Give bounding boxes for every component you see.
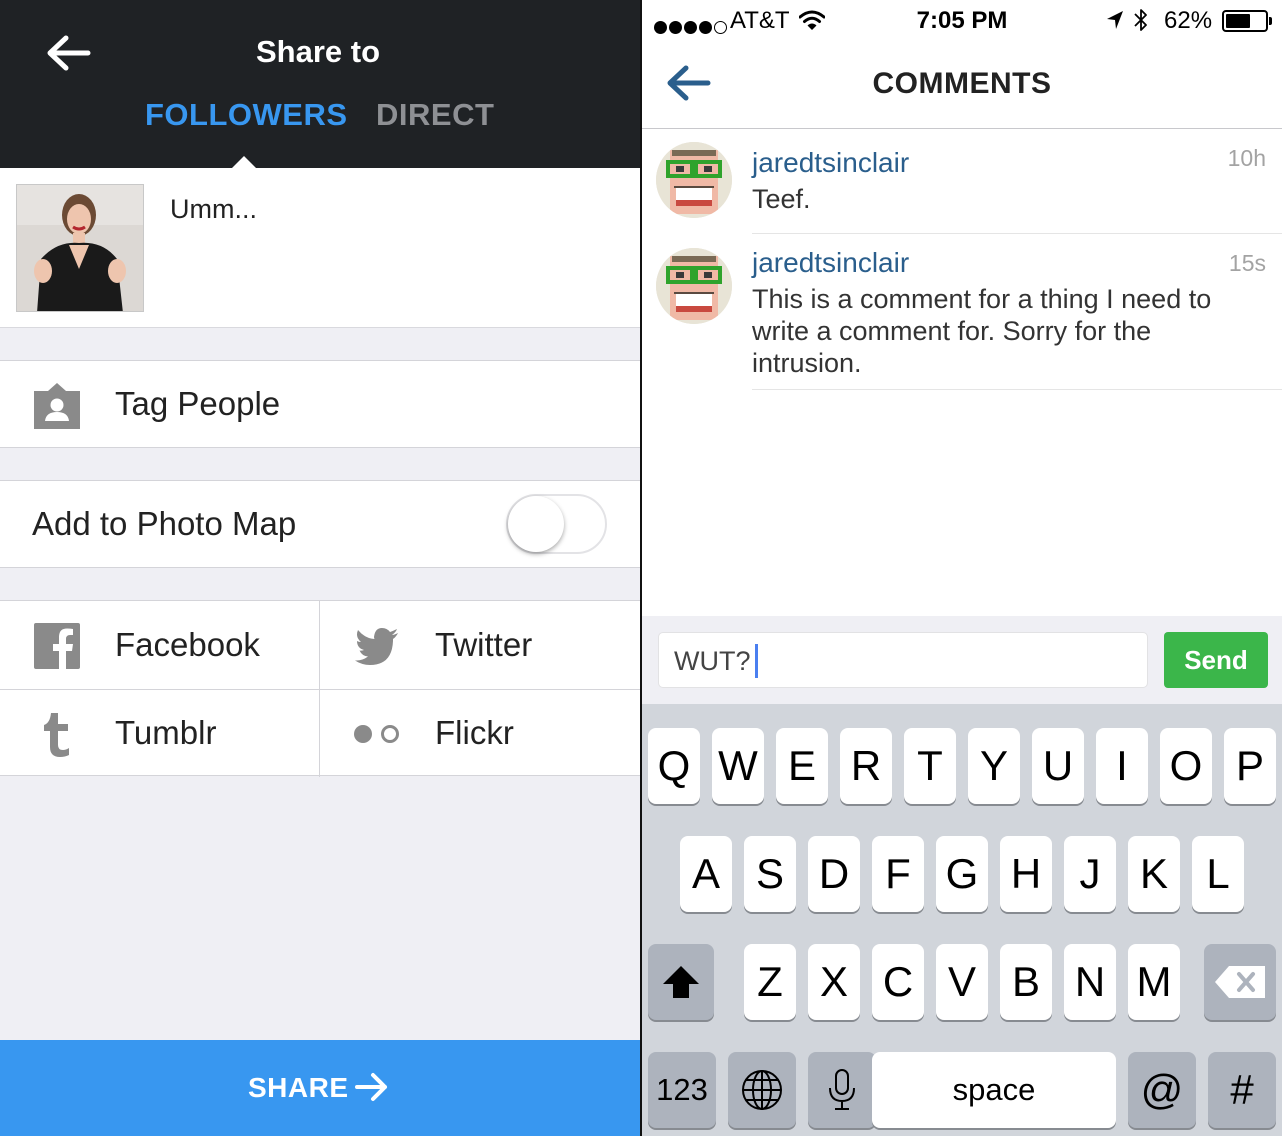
key-x[interactable]: X [808,944,860,1020]
key-a[interactable]: A [680,836,732,912]
battery-tip [1269,17,1272,25]
comment-input[interactable]: WUT? [658,632,1148,688]
facebook-label: Facebook [115,626,260,663]
toggle-knob [508,496,564,552]
comment-text: Teef. [752,184,811,214]
share-services-grid: Facebook Twitter Tumblr Flickr [0,600,640,777]
hash-key[interactable]: # [1208,1052,1276,1128]
key-r[interactable]: R [840,728,892,804]
tumblr-share-option[interactable]: Tumblr [0,689,319,777]
globe-key[interactable] [728,1052,796,1128]
microphone-key[interactable] [808,1052,876,1128]
flickr-share-option[interactable]: Flickr [320,689,639,777]
key-i[interactable]: I [1096,728,1148,804]
facebook-icon [34,623,80,669]
key-m[interactable]: M [1128,944,1180,1020]
share-label: SHARE [248,1072,349,1103]
space-key[interactable]: space [872,1052,1116,1128]
comment-item: jaredtsinclair 10h Teef. [642,129,1282,234]
key-t[interactable]: T [904,728,956,804]
comments-screen: AT&T 7:05 PM 62% COMMENTS jaredtsinclair… [642,0,1282,1136]
tag-person-icon [34,383,80,429]
text-caret [754,643,758,678]
arrow-right-icon [355,1073,387,1101]
tag-people-row[interactable]: Tag People [0,360,640,448]
photo-map-toggle[interactable] [506,494,607,554]
comment-item: jaredtsinclair 15s This is a comment for… [642,234,1282,391]
bluetooth-icon [1134,9,1147,31]
comment-separator [752,389,1282,390]
twitter-icon [355,628,398,665]
battery-level [1226,14,1250,28]
key-k[interactable]: K [1128,836,1180,912]
page-title: COMMENTS [872,67,1052,100]
at-key[interactable]: @ [1128,1052,1196,1128]
key-w[interactable]: W [712,728,764,804]
key-p[interactable]: P [1224,728,1276,804]
photo-map-row: Add to Photo Map [0,480,640,568]
keyboard: QWERTYUIOP ASDFGHJKL ZXCVBNM 123 space @… [642,704,1282,1136]
location-arrow-icon [1107,11,1123,29]
shift-key[interactable] [648,944,714,1020]
key-s[interactable]: S [744,836,796,912]
flickr-label: Flickr [435,714,514,751]
key-f[interactable]: F [872,836,924,912]
caption-text[interactable]: Umm... [170,194,257,225]
key-g[interactable]: G [936,836,988,912]
key-e[interactable]: E [776,728,828,804]
key-z[interactable]: Z [744,944,796,1020]
key-u[interactable]: U [1032,728,1084,804]
avatar[interactable] [656,142,732,218]
key-b[interactable]: B [1000,944,1052,1020]
key-h[interactable]: H [1000,836,1052,912]
comment-timestamp: 15s [1228,250,1266,276]
status-bar: AT&T 7:05 PM 62% [642,0,1282,40]
microphone-icon [829,1069,855,1110]
tag-people-label: Tag People [115,385,281,422]
numbers-key[interactable]: 123 [648,1052,716,1128]
tumblr-icon [44,713,69,757]
key-c[interactable]: C [872,944,924,1020]
key-d[interactable]: D [808,836,860,912]
photo-thumbnail[interactable] [16,184,144,312]
share-header: Share to FOLLOWERS DIRECT [0,0,640,169]
tumblr-label: Tumblr [115,714,217,751]
twitter-label: Twitter [435,626,533,663]
comment-username[interactable]: jaredtsinclair [752,147,909,179]
key-l[interactable]: L [1192,836,1244,912]
key-q[interactable]: Q [648,728,700,804]
comment-input-value: WUT? [674,646,751,676]
comment-timestamp: 10h [1227,145,1266,171]
flickr-icon [354,725,399,743]
key-j[interactable]: J [1064,836,1116,912]
key-y[interactable]: Y [968,728,1020,804]
share-screen: Share to FOLLOWERS DIRECT Umm... Tag Peo… [0,0,640,1136]
key-n[interactable]: N [1064,944,1116,1020]
tab-followers[interactable]: FOLLOWERS [145,97,348,133]
delete-key[interactable] [1204,944,1276,1020]
key-o[interactable]: O [1160,728,1212,804]
navigation-bar: COMMENTS [642,40,1282,129]
shift-icon [663,966,699,998]
share-title: Share to [255,34,381,69]
battery-percentage: 62% [1164,7,1213,34]
tab-direct[interactable]: DIRECT [376,97,494,133]
photo-map-label: Add to Photo Map [32,505,297,542]
comment-compose-bar: WUT? Send [642,616,1282,704]
backspace-icon [1215,966,1265,998]
send-button[interactable]: Send [1164,632,1268,688]
key-v[interactable]: V [936,944,988,1020]
battery-icon [1222,10,1268,32]
comment-username[interactable]: jaredtsinclair [752,247,909,279]
comment-text: This is a comment for a thing I need to … [752,284,1212,378]
twitter-share-option[interactable]: Twitter [320,601,639,689]
post-preview: Umm... [0,168,640,328]
facebook-share-option[interactable]: Facebook [0,601,319,689]
globe-icon [742,1070,782,1110]
share-button[interactable]: SHARE [0,1040,640,1136]
avatar[interactable] [656,248,732,324]
